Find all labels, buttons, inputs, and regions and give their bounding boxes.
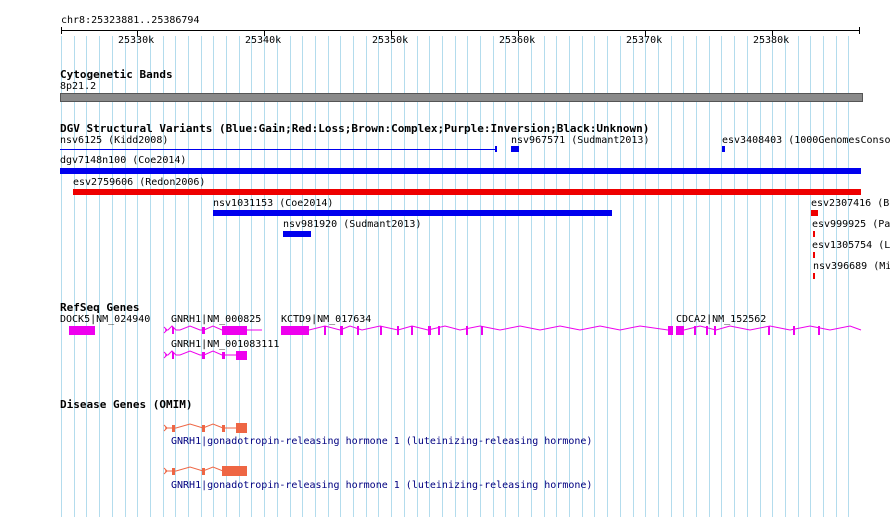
omim-exon: [222, 425, 225, 432]
omim-exon: [236, 423, 247, 433]
omim-exon: [202, 468, 205, 475]
omim-exon: [222, 466, 247, 476]
omim-exon: [172, 425, 175, 432]
genome-browser-panel[interactable]: chr8:25323881..25386794 25330k 25340k 25…: [0, 0, 890, 517]
omim-exon: [172, 468, 175, 475]
omim-gene-models: [163, 423, 247, 476]
omim-exon: [202, 425, 205, 432]
